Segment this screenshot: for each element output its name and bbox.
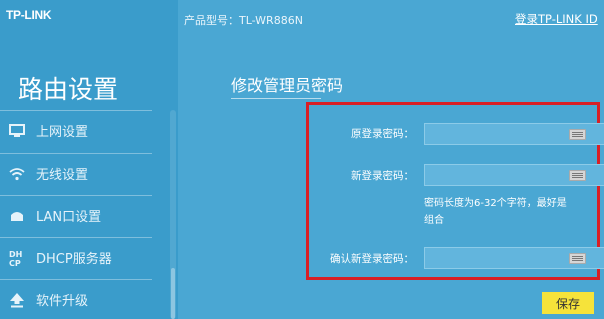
upgrade-icon [6,291,28,309]
sidebar-item-label: 无线设置 [36,168,89,183]
lan-icon [6,207,28,225]
old-password-label: 原登录密码： [351,128,414,140]
sidebar-scrollbar-thumb[interactable] [171,268,175,319]
monitor-icon [6,122,28,140]
title-divider [231,98,321,99]
keyboard-icon[interactable] [569,129,586,140]
tp-link-logo: TP-LINK [6,8,52,22]
password-hint-line1: 密码长度为6-32个字符，最好是 [424,198,567,209]
sidebar-item-label: LAN口设置 [36,210,102,225]
page-title: 修改管理员密码 [231,76,344,95]
save-button[interactable]: 保存 [542,292,594,314]
keyboard-icon[interactable] [569,170,586,181]
sidebar-item-upgrade[interactable]: 软件升级 [0,279,152,319]
product-model: 产品型号：TL-WR886N [184,14,303,27]
dhcp-icon: DH CP [6,249,28,267]
sidebar: TP-LINK 路由设置 上网设置 无线设置 LAN口设置 DH CP DHCP服… [0,0,178,319]
login-tplink-id-link[interactable]: 登录TP-LINK ID [515,11,598,27]
sidebar-item-internet[interactable]: 上网设置 [0,110,152,150]
wifi-icon [6,165,28,183]
confirm-password-label: 确认新登录密码： [330,253,414,265]
sidebar-item-label: 上网设置 [36,125,89,140]
new-password-input[interactable] [424,164,604,186]
sidebar-item-lan[interactable]: LAN口设置 [0,195,152,235]
svg-text:CP: CP [9,259,21,267]
sidebar-title: 路由设置 [18,75,119,104]
password-hint: 密码长度为6-32个字符，最好是 组合 [424,195,604,229]
sidebar-item-wireless[interactable]: 无线设置 [0,153,152,193]
confirm-password-input[interactable] [424,247,604,269]
old-password-input[interactable] [424,123,604,145]
top-bar: 产品型号：TL-WR886N 登录TP-LINK ID [178,0,604,40]
sidebar-item-label: DHCP服务器 [36,252,112,267]
keyboard-icon[interactable] [569,253,586,264]
password-hint-line2: 组合 [424,215,444,226]
sidebar-item-label: 软件升级 [36,294,89,309]
svg-text:DH: DH [9,250,22,259]
new-password-label: 新登录密码： [351,170,414,182]
sidebar-item-dhcp[interactable]: DH CP DHCP服务器 [0,237,152,277]
